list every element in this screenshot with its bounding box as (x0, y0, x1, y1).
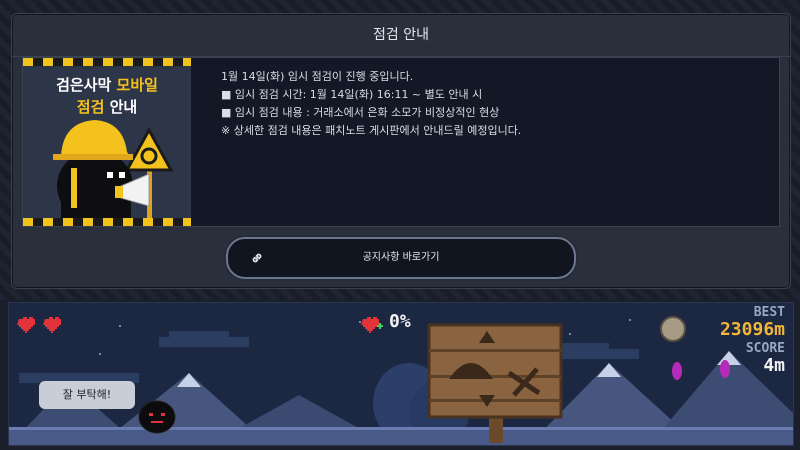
best-score: 23096m (719, 319, 785, 340)
mini-game-area[interactable]: 0% BEST 23096m SCORE 4m 잘 부탁해! (8, 302, 794, 446)
notice-line: 1월 14일(화) 임시 점검이 진행 중입니다. (221, 70, 414, 83)
current-score: 4m (763, 355, 785, 376)
life-heart (17, 317, 379, 333)
health-percent: 0% (389, 311, 411, 332)
notice-board-link-button[interactable]: 공지사항 바로가기 (226, 237, 576, 279)
maintenance-banner-image: 검은사막 모바일 점검 안내 (23, 58, 191, 226)
speech-bubble: 잘 부탁해! (39, 381, 135, 409)
notice-line: ※ 상세한 점검 내용은 패치노트 게시판에서 안내드릴 예정입니다. (221, 124, 522, 137)
notice-line: ■ 임시 점검 시간: 1월 14일(화) 16:11 ~ 별도 안내 시 (221, 88, 483, 101)
best-label: BEST (753, 305, 785, 320)
dialog-title: 점검 안내 (12, 14, 790, 57)
notice-content: 검은사막 모바일 점검 안내 1월 14일(화) 임시 점검이 진행 중입니다.… (22, 57, 780, 227)
notice-text: 1월 14일(화) 임시 점검이 진행 중입니다. ■ 임시 점검 시간: 1월… (221, 68, 761, 140)
notice-line: ■ 임시 점검 내용 : 거래소에서 은화 소모가 비정상적인 현상 (221, 106, 500, 119)
hazard-stripe-bottom (23, 218, 191, 226)
score-label: SCORE (745, 341, 785, 356)
link-button-label: 공지사항 바로가기 (362, 252, 440, 263)
mascot-illustration (53, 120, 174, 222)
